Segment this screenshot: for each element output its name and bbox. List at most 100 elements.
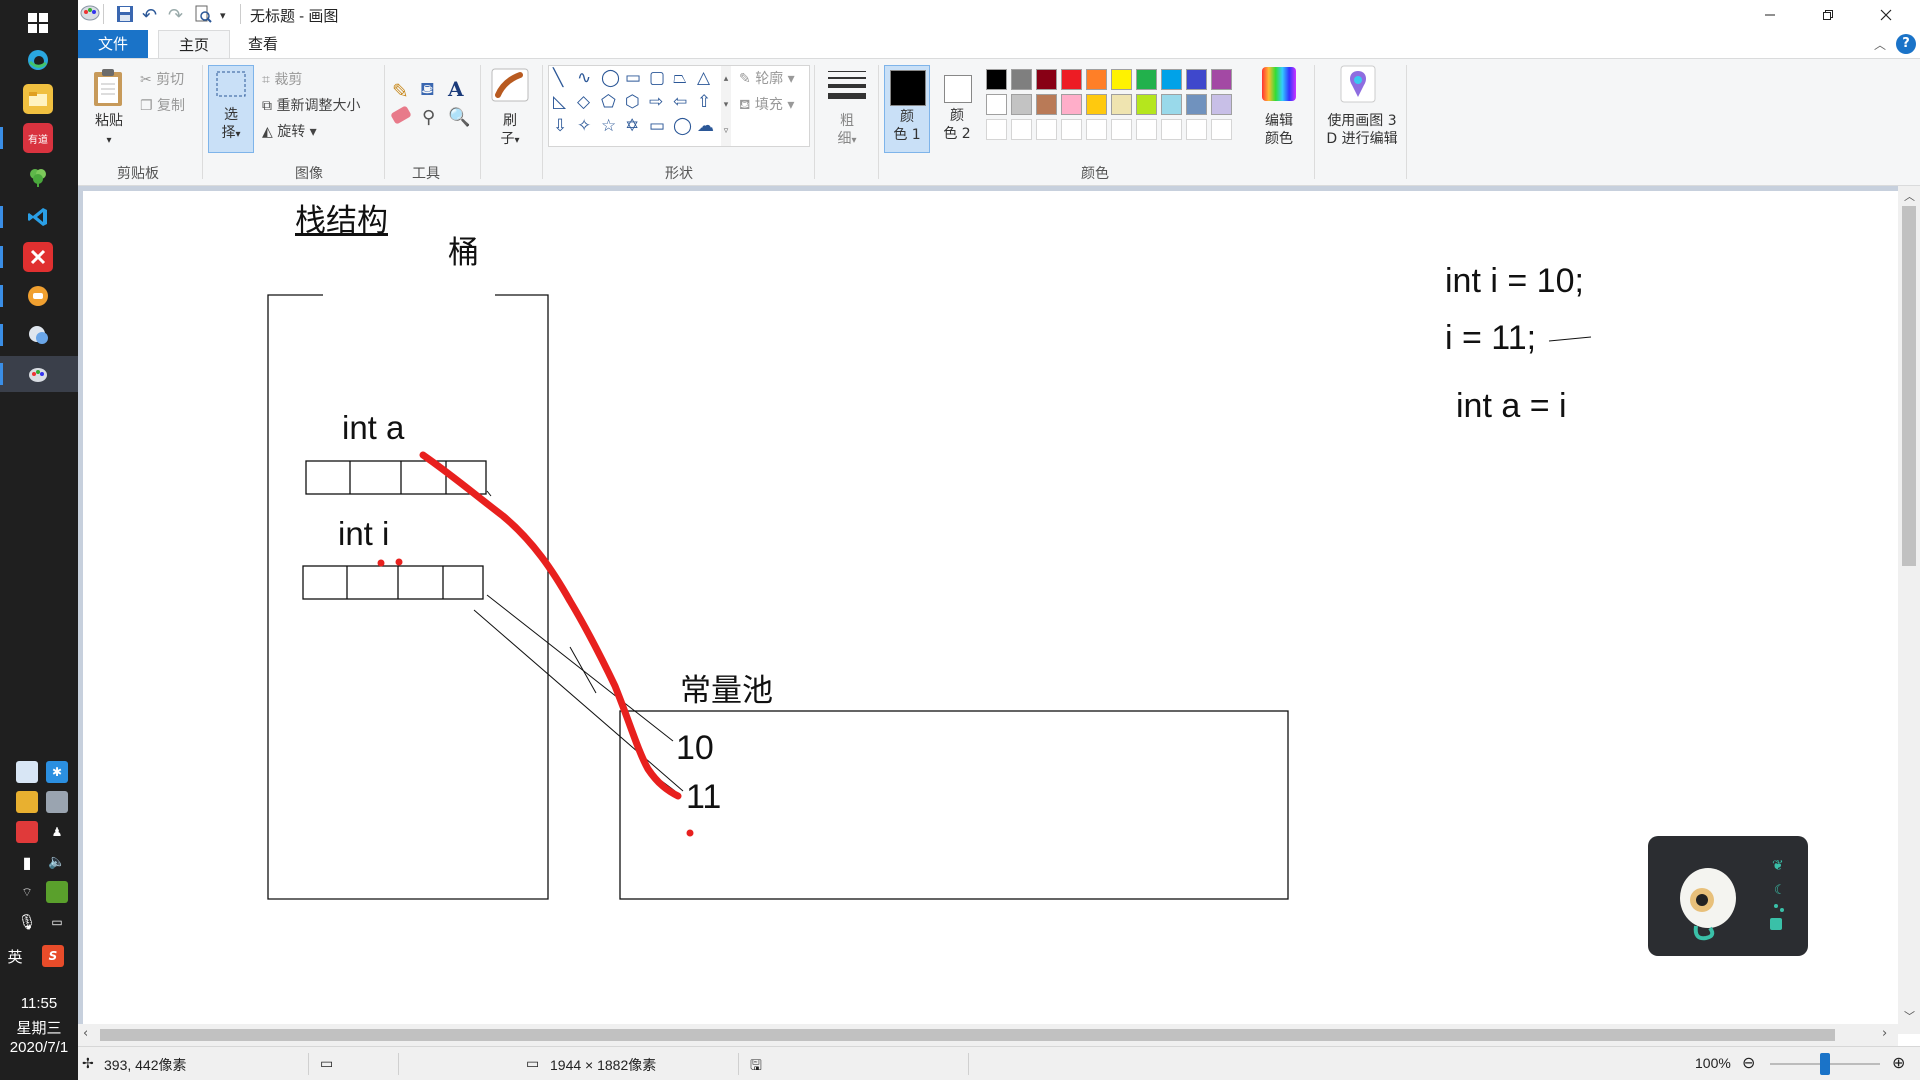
tab-home[interactable]: 主页 bbox=[158, 30, 230, 58]
palette-swatch[interactable] bbox=[1111, 69, 1132, 90]
cut-button[interactable]: ✂ 剪切 bbox=[140, 69, 184, 89]
close-button[interactable] bbox=[1857, 0, 1915, 30]
horizontal-scrollbar[interactable]: ‹ › bbox=[78, 1024, 1898, 1046]
pentagon-shape-icon[interactable]: ⬠ bbox=[601, 92, 616, 112]
outline-button[interactable]: ✎ 轮廓 ▾ bbox=[739, 68, 795, 88]
palette-swatch[interactable] bbox=[1186, 69, 1207, 90]
star5-shape-icon[interactable]: ☆ bbox=[601, 116, 616, 136]
tray-app-icon[interactable] bbox=[16, 821, 38, 843]
display-icon[interactable]: ▭ bbox=[46, 911, 68, 933]
diamond-shape-icon[interactable]: ◇ bbox=[577, 92, 590, 112]
fill-button[interactable]: ⛾ 填充 ▾ bbox=[739, 94, 794, 115]
color2-button[interactable]: 颜色 2 bbox=[934, 65, 980, 153]
arrow-down-shape-icon[interactable]: ⇩ bbox=[553, 116, 567, 136]
paint3d-icon[interactable] bbox=[1340, 65, 1376, 103]
windows-start-icon[interactable] bbox=[23, 8, 53, 38]
paste-icon[interactable] bbox=[92, 67, 126, 107]
star6-shape-icon[interactable]: ✡ bbox=[625, 116, 639, 136]
restore-button[interactable] bbox=[1799, 0, 1857, 30]
right-triangle-shape-icon[interactable]: ◺ bbox=[553, 92, 566, 112]
palette-swatch[interactable] bbox=[1011, 94, 1032, 115]
curve-shape-icon[interactable]: ∿ bbox=[577, 68, 591, 88]
star4-shape-icon[interactable]: ✧ bbox=[577, 116, 591, 136]
custom-color-swatch[interactable] bbox=[1086, 119, 1107, 140]
horizontal-scroll-thumb[interactable] bbox=[100, 1029, 1835, 1041]
cloud-shape-icon[interactable]: ☁ bbox=[697, 116, 714, 136]
tray-qq-icon[interactable]: ♟ bbox=[46, 821, 68, 843]
vertical-scroll-thumb[interactable] bbox=[1902, 206, 1916, 566]
custom-color-swatch[interactable] bbox=[1136, 119, 1157, 140]
edge-icon[interactable] bbox=[23, 45, 53, 75]
palette-swatch[interactable] bbox=[1086, 94, 1107, 115]
paint-taskbar-active[interactable] bbox=[0, 356, 78, 392]
customize-toolbar-icon[interactable]: ▾ bbox=[220, 9, 226, 22]
custom-color-swatch[interactable] bbox=[1161, 119, 1182, 140]
orange-app-icon[interactable] bbox=[23, 281, 53, 311]
color-picker-icon[interactable]: ⚲ bbox=[422, 107, 435, 128]
brushes-icon[interactable] bbox=[490, 67, 530, 103]
volume-icon[interactable]: 🔈 bbox=[46, 851, 68, 873]
vscode-icon[interactable] bbox=[23, 202, 53, 232]
floating-pet-widget[interactable]: ❦ ☾ bbox=[1648, 836, 1808, 956]
palette-swatch[interactable] bbox=[986, 94, 1007, 115]
palette-swatch[interactable] bbox=[1211, 69, 1232, 90]
custom-color-swatch[interactable] bbox=[1061, 119, 1082, 140]
tab-file[interactable]: 文件 bbox=[78, 30, 148, 58]
chat-app-icon[interactable] bbox=[23, 320, 53, 350]
callout-rect-shape-icon[interactable]: ▭ bbox=[649, 116, 665, 136]
copy-button[interactable]: ❐ 复制 bbox=[140, 95, 185, 115]
resize-button[interactable]: ⧉ 重新调整大小 bbox=[262, 95, 360, 115]
xmind-icon[interactable] bbox=[23, 242, 53, 272]
vertical-scrollbar[interactable]: ︿ ﹀ bbox=[1898, 186, 1920, 1034]
arrow-up-shape-icon[interactable]: ⇧ bbox=[697, 92, 711, 112]
shapes-scroll[interactable]: ▴ ▾ ▿ bbox=[721, 66, 731, 146]
hexagon-shape-icon[interactable]: ⬡ bbox=[625, 92, 640, 112]
scroll-up-icon[interactable]: ︿ bbox=[1904, 188, 1915, 204]
palette-swatch[interactable] bbox=[1161, 94, 1182, 115]
line-shape-icon[interactable]: ╲ bbox=[553, 68, 563, 88]
file-explorer-icon[interactable] bbox=[23, 84, 53, 114]
clock-time[interactable]: 11:55 bbox=[0, 995, 78, 1012]
custom-color-swatch[interactable] bbox=[1011, 119, 1032, 140]
magnifier-icon[interactable]: 🔍 bbox=[448, 107, 470, 128]
zoom-slider-thumb[interactable] bbox=[1820, 1053, 1830, 1075]
palette-swatch[interactable] bbox=[1036, 94, 1057, 115]
palette-swatch[interactable] bbox=[1136, 94, 1157, 115]
arrow-right-shape-icon[interactable]: ⇨ bbox=[649, 92, 663, 112]
select-button[interactable]: 选择▾ bbox=[208, 65, 254, 153]
size-icon[interactable] bbox=[826, 69, 868, 101]
custom-color-swatch[interactable] bbox=[1111, 119, 1132, 140]
palette-swatch[interactable] bbox=[1036, 69, 1057, 90]
tray-bookmark-icon[interactable]: ▮ bbox=[16, 851, 38, 873]
polygon-shape-icon[interactable]: ⏢ bbox=[673, 68, 687, 88]
text-tool-icon[interactable]: A bbox=[448, 77, 464, 101]
rectangle-shape-icon[interactable]: ▭ bbox=[625, 68, 641, 88]
zoom-in-icon[interactable]: ⊕ bbox=[1892, 1053, 1905, 1073]
custom-color-swatch[interactable] bbox=[1211, 119, 1232, 140]
minimize-button[interactable] bbox=[1741, 0, 1799, 30]
input-language[interactable]: 英 bbox=[4, 945, 26, 967]
tray-chat-icon[interactable] bbox=[16, 761, 38, 783]
microphone-icon[interactable]: 🎙 bbox=[16, 911, 38, 933]
rounded-rectangle-shape-icon[interactable]: ▢ bbox=[649, 68, 665, 88]
custom-color-swatch[interactable] bbox=[1036, 119, 1057, 140]
fill-bucket-icon[interactable]: ⛾ bbox=[420, 79, 435, 103]
scroll-down-icon[interactable]: ﹀ bbox=[1904, 1008, 1915, 1024]
paste-button[interactable]: 粘贴 ▾ bbox=[84, 112, 134, 150]
crop-button[interactable]: ⌗ 裁剪 bbox=[262, 69, 302, 89]
palette-swatch[interactable] bbox=[1061, 94, 1082, 115]
shapes-gallery[interactable]: ╲ ∿ ◯ ▭ ▢ ⏢ △ ◺ ◇ ⬠ ⬡ ⇨ ⇦ ⇧ ⇩ ✧ ☆ ✡ ▭ ◯ … bbox=[548, 65, 810, 147]
brushes-button[interactable]: 刷子▾ bbox=[486, 112, 534, 150]
palette-swatch[interactable] bbox=[986, 69, 1007, 90]
tray-star-icon[interactable]: ✱ bbox=[46, 761, 68, 783]
zoom-out-icon[interactable]: ⊖ bbox=[1742, 1053, 1755, 1073]
save-icon[interactable] bbox=[116, 5, 134, 27]
palette-swatch[interactable] bbox=[1111, 94, 1132, 115]
palette-swatch[interactable] bbox=[1211, 94, 1232, 115]
callout-oval-shape-icon[interactable]: ◯ bbox=[673, 116, 692, 136]
drawing-canvas[interactable]: 栈结构 桶 int a int i 常量池 10 11 int i = 10; … bbox=[83, 191, 1900, 1030]
color1-button[interactable]: 颜色 1 bbox=[884, 65, 930, 153]
custom-color-swatch[interactable] bbox=[1186, 119, 1207, 140]
tab-view[interactable]: 查看 bbox=[228, 30, 298, 58]
oval-shape-icon[interactable]: ◯ bbox=[601, 68, 620, 88]
